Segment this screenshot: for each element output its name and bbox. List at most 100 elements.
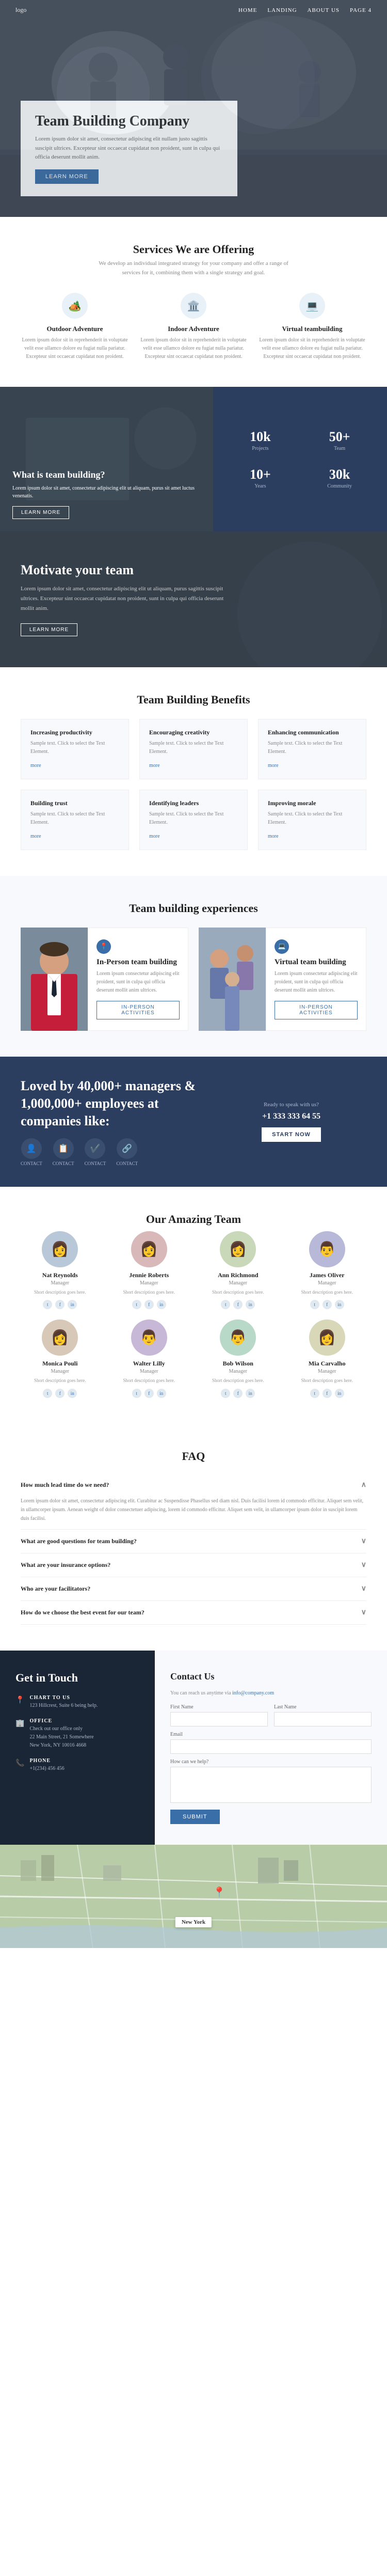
team-member-5: 👨 Walter Lilly Manager Short description… (110, 1320, 189, 1398)
faq-chevron-0: ∧ (361, 1481, 366, 1489)
contact-phone-text: PHONE +1(234) 456 456 (29, 1758, 64, 1773)
twitter-icon-7[interactable]: t (310, 1389, 319, 1398)
instagram-icon-6[interactable]: in (246, 1389, 255, 1398)
stats-left-desc: Lorem ipsum dolor sit amet, consectetur … (12, 484, 201, 500)
exp-virtual-card: 💻 Virtual team building Lorem ipsum cons… (266, 928, 366, 1031)
message-textarea[interactable] (170, 1767, 372, 1803)
member-name-6: Bob Wilson (199, 1360, 278, 1368)
benefit-leaders-more[interactable]: more (149, 834, 160, 839)
faq-item-2: What are your insurance options? ∨ (21, 1553, 366, 1577)
nav-links: HOME LANDING ABOUT US PAGE 4 (238, 7, 372, 13)
twitter-icon-3[interactable]: t (310, 1300, 319, 1309)
contact-icon-4: 🔗 (117, 1138, 137, 1159)
stats-learn-more-button[interactable]: learn more (12, 506, 69, 519)
twitter-icon-2[interactable]: t (221, 1300, 230, 1309)
facebook-icon-4[interactable]: f (55, 1389, 64, 1398)
stats-right-panel: 10k Projects 50+ Team 10+ Years 30k Comm… (213, 387, 387, 531)
benefit-creativity-more[interactable]: more (149, 763, 160, 768)
twitter-icon-5[interactable]: t (132, 1389, 141, 1398)
facebook-icon-3[interactable]: f (322, 1300, 332, 1309)
benefit-communication-more[interactable]: more (268, 763, 279, 768)
faq-chevron-3: ∨ (361, 1584, 366, 1593)
facebook-icon-2[interactable]: f (233, 1300, 243, 1309)
facebook-icon-6[interactable]: f (233, 1389, 243, 1398)
loved-right-panel: Ready to speak with us? +1 333 333 64 55… (216, 1102, 366, 1142)
contact-right-title: Contact Us (170, 1671, 372, 1682)
nav-logo: logo (15, 6, 26, 14)
stat-projects: 10k Projects (223, 424, 298, 457)
faq-question-1[interactable]: What are good questions for team buildin… (21, 1530, 366, 1553)
instagram-icon-5[interactable]: in (157, 1389, 166, 1398)
hero-section: Team Building Company Lorem ipsum dolor … (0, 0, 387, 217)
benefit-trust-more[interactable]: more (30, 834, 41, 839)
instagram-icon-1[interactable]: in (157, 1300, 166, 1309)
services-title: Services We are Offering (21, 243, 366, 256)
nav-home[interactable]: HOME (238, 7, 257, 13)
benefit-leaders-desc: Sample text. Click to select the Text El… (149, 810, 238, 827)
contact-form-name-row: First Name Last Name (170, 1704, 372, 1726)
benefit-productivity-more[interactable]: more (30, 763, 41, 768)
member-role-2: Manager (199, 1280, 278, 1286)
map-svg (0, 1845, 387, 1948)
loved-cta-button[interactable]: Start Now (262, 1127, 321, 1142)
loved-icon-3: ✔️ CONTACT (85, 1138, 106, 1166)
exp-inperson-cta[interactable]: In-Person Activities (96, 1001, 180, 1019)
nav-about[interactable]: ABOUT US (308, 7, 340, 13)
benefit-morale-more[interactable]: more (268, 834, 279, 839)
faq-item-1: What are good questions for team buildin… (21, 1530, 366, 1553)
avatar-ann: 👩 (220, 1231, 256, 1267)
lastname-input[interactable] (274, 1712, 372, 1726)
instagram-icon-2[interactable]: in (246, 1300, 255, 1309)
benefit-trust-desc: Sample text. Click to select the Text El… (30, 810, 119, 827)
faq-question-3[interactable]: Who are your facilitators? ∨ (21, 1577, 366, 1600)
member-socials-7: t f in (288, 1389, 367, 1398)
twitter-icon-4[interactable]: t (43, 1389, 52, 1398)
member-role-6: Manager (199, 1369, 278, 1374)
team-member-4: 👩 Monica Pouli Manager Short description… (21, 1320, 100, 1398)
exp-virtual-content: 💻 Virtual team building Lorem ipsum cons… (266, 928, 366, 1031)
submit-button[interactable]: Submit (170, 1810, 220, 1824)
message-label: How can we help? (170, 1759, 372, 1765)
exp-virtual-cta[interactable]: In-Person Activities (275, 1001, 358, 1019)
twitter-icon-6[interactable]: t (221, 1389, 230, 1398)
motivate-cta-button[interactable]: learn more (21, 623, 77, 636)
stats-left-title: What is team building? (12, 469, 201, 480)
service-outdoor: 🏕️ Outdoor Adventure Lorem ipsum dolor s… (21, 293, 129, 361)
instagram-icon-3[interactable]: in (335, 1300, 344, 1309)
benefit-creativity: Encouraging creativity Sample text. Clic… (139, 719, 248, 779)
twitter-icon[interactable]: t (43, 1300, 52, 1309)
member-name-0: Nat Reynolds (21, 1271, 100, 1279)
loved-icon-label-1: CONTACT (21, 1161, 42, 1166)
facebook-icon[interactable]: f (55, 1300, 64, 1309)
facebook-icon-5[interactable]: f (144, 1389, 154, 1398)
contact-chart-line0: 123 Hillcrest, Suite 6 being help. (29, 1702, 98, 1710)
faq-question-0[interactable]: How much lead time do we need? ∧ (21, 1473, 366, 1497)
nav-page4[interactable]: PAGE 4 (350, 7, 372, 13)
phone-icon: 📞 (15, 1759, 24, 1768)
virtual-figure (199, 928, 266, 1031)
faq-question-4[interactable]: How do we choose the best event for our … (21, 1601, 366, 1624)
firstname-input[interactable] (170, 1712, 268, 1726)
facebook-icon-7[interactable]: f (322, 1389, 332, 1398)
email-input[interactable] (170, 1739, 372, 1754)
indoor-icon: 🏛️ (181, 293, 206, 319)
instagram-icon[interactable]: in (68, 1300, 77, 1309)
instagram-icon-4[interactable]: in (68, 1389, 77, 1398)
team-section: Our Amazing Team 👩 Nat Reynolds Manager … (0, 1187, 387, 1424)
member-name-3: James Oliver (288, 1271, 367, 1279)
exp-virtual-desc: Lorem ipsum consectetur adipiscing elit … (275, 970, 358, 995)
contact-email-link[interactable]: info@company.com (232, 1690, 274, 1696)
instagram-icon-7[interactable]: in (335, 1389, 344, 1398)
contact-left-title: Get in Touch (15, 1671, 139, 1685)
facebook-icon-1[interactable]: f (144, 1300, 154, 1309)
twitter-icon-1[interactable]: t (132, 1300, 141, 1309)
experiences-grid: 📍 In-Person team building Lorem ipsum co… (21, 928, 366, 1031)
email-label: Email (170, 1732, 372, 1737)
exp-inperson-card: 📍 In-Person team building Lorem ipsum co… (88, 928, 188, 1031)
nav-landing[interactable]: LANDING (267, 7, 297, 13)
avatar-jennie: 👩 (131, 1231, 167, 1267)
member-role-3: Manager (288, 1280, 367, 1286)
team-member-7: 👩 Mia Carvalho Manager Short description… (288, 1320, 367, 1398)
experiences-section: Team building experiences (0, 876, 387, 1057)
faq-question-2[interactable]: What are your insurance options? ∨ (21, 1553, 366, 1577)
